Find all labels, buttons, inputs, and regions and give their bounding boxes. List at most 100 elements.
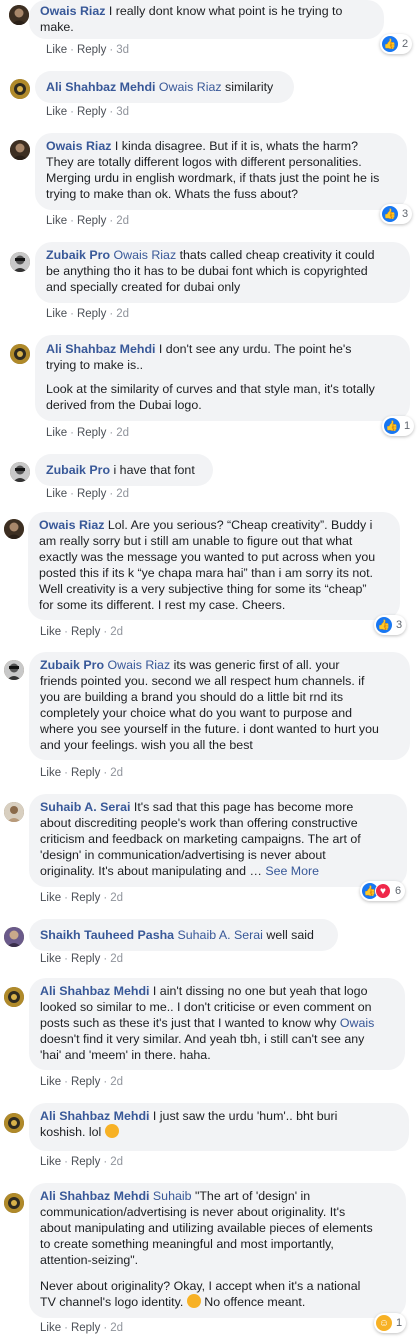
timestamp[interactable]: 2d <box>110 767 123 779</box>
comment-text: about manipulating and utilizing availab… <box>40 1221 373 1235</box>
comment-text: trying to make than ok. Whats the fuss a… <box>46 187 299 201</box>
comment-text: koshish. lol <box>40 1125 102 1139</box>
comment-text: 'hai' and 'meem' in there. haha. <box>40 1048 211 1062</box>
reaction-count[interactable]: 👍 3 <box>374 615 407 635</box>
thumbs-up-icon: 👍 <box>382 36 398 52</box>
like-button[interactable]: Like <box>40 1076 61 1088</box>
reply-button[interactable]: Reply <box>71 767 100 779</box>
reaction-count[interactable]: ☺ 1 <box>374 1313 407 1333</box>
timestamp[interactable]: 3d <box>116 44 129 56</box>
timestamp[interactable]: 2d <box>116 308 129 320</box>
avatar[interactable] <box>4 987 24 1007</box>
like-button[interactable]: Like <box>46 106 67 118</box>
comment-actions: Like · Reply · 3d <box>46 106 129 118</box>
comment-text: and specially created for dubai only <box>46 280 241 294</box>
avatar[interactable] <box>4 927 24 947</box>
comment-author[interactable]: Ali Shahbaz Mehdi <box>46 342 155 356</box>
comment-text: attention-seizing". <box>40 1253 139 1267</box>
comment-author[interactable]: Zubaik Pro <box>40 658 104 672</box>
avatar[interactable] <box>4 660 24 680</box>
like-button[interactable]: Like <box>46 215 67 227</box>
mention[interactable]: Owais <box>340 1016 374 1030</box>
reply-button[interactable]: Reply <box>71 1322 100 1334</box>
see-more-link[interactable]: See More <box>265 864 319 878</box>
like-button[interactable]: Like <box>46 44 67 56</box>
mention[interactable]: Suhaib A. Serai <box>178 928 263 942</box>
reply-button[interactable]: Reply <box>77 44 106 56</box>
comment-text: and your feelings. wish you all the best <box>40 738 253 752</box>
comment-text: its was generic first of all. your <box>173 658 340 672</box>
timestamp[interactable]: 2d <box>110 1322 123 1334</box>
comment-bubble: Zubaik Pro Owais Riaz thats called cheap… <box>35 242 410 303</box>
comment-text: where you see yourself in the future. i … <box>40 722 379 736</box>
timestamp[interactable]: 2d <box>116 427 129 439</box>
reply-button[interactable]: Reply <box>71 626 100 638</box>
comment-author[interactable]: Suhaib A. Serai <box>40 800 130 814</box>
avatar[interactable] <box>4 1113 24 1133</box>
timestamp[interactable]: 2d <box>110 1076 123 1088</box>
timestamp[interactable]: 2d <box>110 626 123 638</box>
reaction-count[interactable]: 👍 2 <box>380 34 413 54</box>
avatar[interactable] <box>10 140 30 160</box>
reply-button[interactable]: Reply <box>71 892 100 904</box>
reply-button[interactable]: Reply <box>71 953 100 965</box>
reply-button[interactable]: Reply <box>77 488 106 500</box>
comment-bubble: Suhaib A. Serai It's sad that this page … <box>29 794 407 887</box>
like-button[interactable]: Like <box>40 892 61 904</box>
mention[interactable]: Owais Riaz <box>107 658 170 672</box>
mention[interactable]: Owais Riaz <box>113 248 176 262</box>
comment-author[interactable]: Owais Riaz <box>40 4 105 18</box>
reaction-count[interactable]: 👍 3 <box>380 204 413 224</box>
like-button[interactable]: Like <box>40 626 61 638</box>
comment-text: I really dont know what point is he tryi… <box>108 4 343 18</box>
avatar[interactable] <box>10 79 30 99</box>
reaction-count[interactable]: 👍 1 <box>382 416 415 436</box>
comment-text: make. <box>40 20 74 34</box>
comment-author[interactable]: Shaikh Tauheed Pasha <box>40 928 174 942</box>
comment-text: similarity <box>225 80 274 94</box>
comment-author[interactable]: Ali Shahbaz Mehdi <box>40 1109 149 1123</box>
timestamp[interactable]: 2d <box>110 953 123 965</box>
like-button[interactable]: Like <box>46 427 67 439</box>
mention[interactable]: Owais Riaz <box>159 80 222 94</box>
timestamp[interactable]: 3d <box>116 106 129 118</box>
thumbs-up-icon: 👍 <box>376 617 392 633</box>
comment-author[interactable]: Ali Shahbaz Mehdi <box>40 1189 149 1203</box>
reply-button[interactable]: Reply <box>77 106 106 118</box>
reply-button[interactable]: Reply <box>71 1076 100 1088</box>
comment-bubble: Ali Shahbaz Mehdi Suhaib "The art of 'de… <box>29 1183 406 1318</box>
reply-button[interactable]: Reply <box>77 308 106 320</box>
comment-author[interactable]: Owais Riaz <box>39 518 104 532</box>
reply-button[interactable]: Reply <box>77 427 106 439</box>
like-button[interactable]: Like <box>40 767 61 779</box>
avatar[interactable] <box>4 519 24 539</box>
comment-author[interactable]: Ali Shahbaz Mehdi <box>40 984 149 998</box>
timestamp[interactable]: 2d <box>116 488 129 500</box>
like-button[interactable]: Like <box>40 1322 61 1334</box>
comment-text: No offence meant. <box>204 1295 306 1309</box>
mention[interactable]: Suhaib <box>153 1189 192 1203</box>
avatar[interactable] <box>10 462 30 482</box>
avatar[interactable] <box>9 5 29 25</box>
like-button[interactable]: Like <box>46 308 67 320</box>
timestamp[interactable]: 2d <box>110 892 123 904</box>
comment-author[interactable]: Owais Riaz <box>46 139 111 153</box>
avatar[interactable] <box>4 802 24 822</box>
avatar[interactable] <box>10 344 30 364</box>
like-button[interactable]: Like <box>40 953 61 965</box>
comment-author[interactable]: Zubaik Pro <box>46 248 110 262</box>
avatar[interactable] <box>10 252 30 272</box>
reply-button[interactable]: Reply <box>77 215 106 227</box>
timestamp[interactable]: 2d <box>110 1156 123 1168</box>
comment-author[interactable]: Zubaik Pro <box>46 463 110 477</box>
timestamp[interactable]: 2d <box>116 215 129 227</box>
comment-author[interactable]: Ali Shahbaz Mehdi <box>46 80 155 94</box>
reaction-count[interactable]: 👍 ♥ 6 <box>360 881 406 901</box>
reply-button[interactable]: Reply <box>71 1156 100 1168</box>
comment-bubble: Ali Shahbaz Mehdi I just saw the urdu 'h… <box>29 1103 409 1151</box>
avatar[interactable] <box>4 1193 24 1213</box>
like-button[interactable]: Like <box>46 488 67 500</box>
comment-bubble: Owais Riaz I kinda disagree. But if it i… <box>35 133 407 210</box>
comment-actions: Like · Reply · 2d <box>40 1156 123 1168</box>
like-button[interactable]: Like <box>40 1156 61 1168</box>
